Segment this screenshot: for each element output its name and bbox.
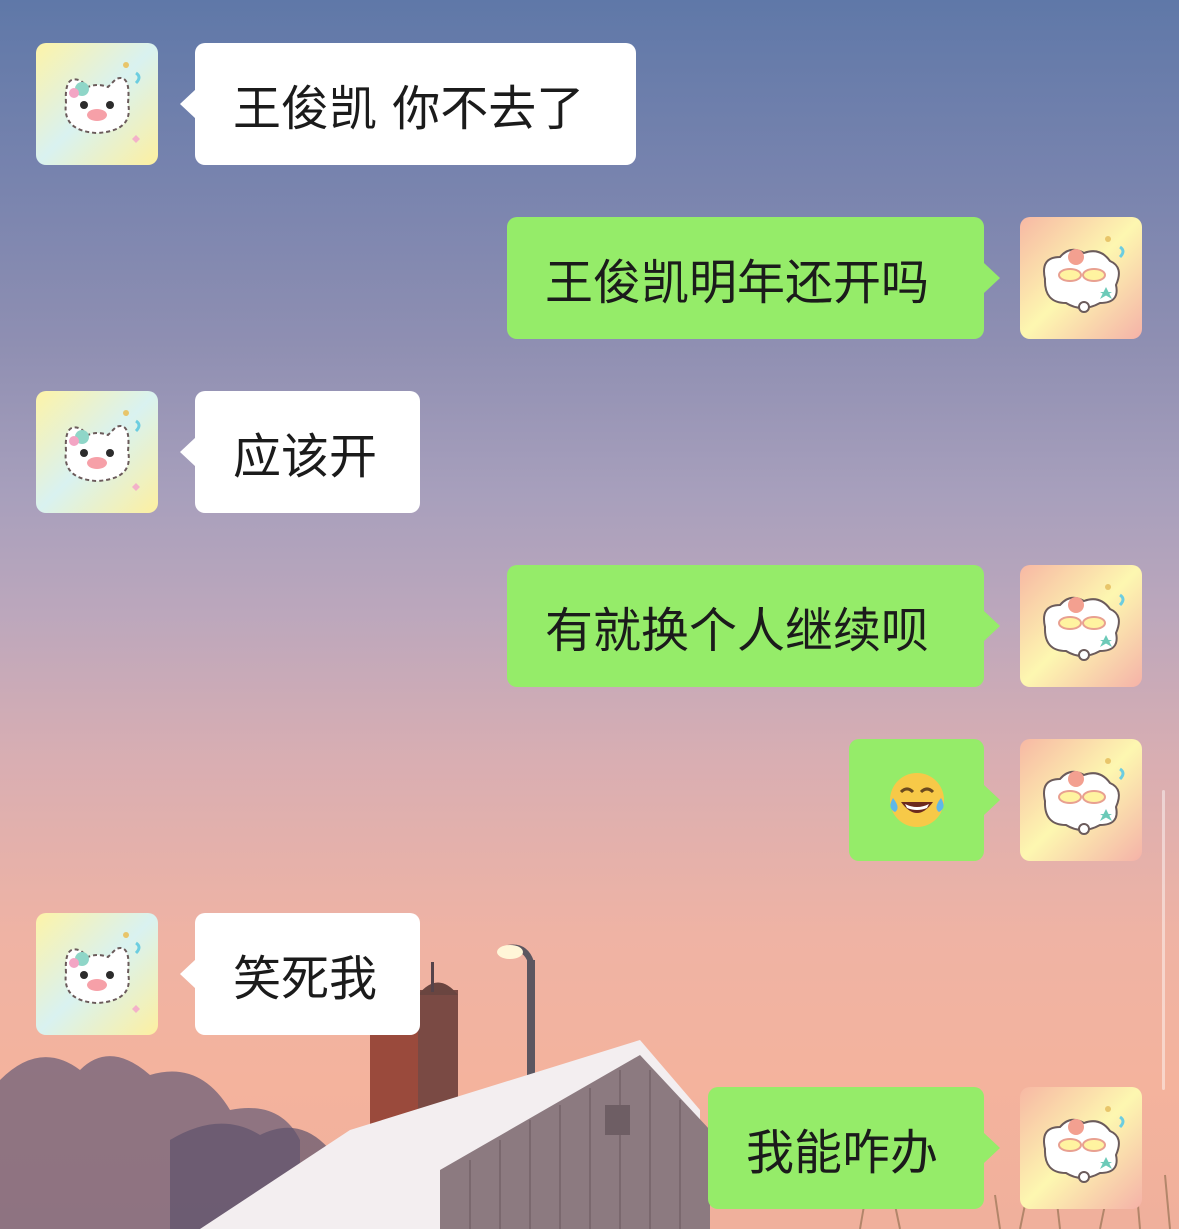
bubble-tail bbox=[180, 959, 196, 989]
message-text: 我能咋办 bbox=[746, 1125, 939, 1181]
message-row-outgoing: 王俊凯明年还开吗 bbox=[0, 217, 1179, 339]
self-avatar[interactable] bbox=[1020, 739, 1142, 861]
sheep-avatar-icon bbox=[1020, 565, 1142, 687]
self-avatar[interactable] bbox=[1020, 1087, 1142, 1209]
message-row-incoming: 应该开 bbox=[0, 391, 1179, 513]
tears-of-joy-emoji-icon bbox=[889, 773, 944, 827]
cat-avatar-icon bbox=[36, 43, 158, 165]
self-avatar[interactable] bbox=[1020, 217, 1142, 339]
chat-message-list[interactable]: 王俊凯 你不去了 王俊凯明年还开吗 应该开 有就换个人继续呗 笑死我 我能咋办 bbox=[0, 0, 1179, 1229]
message-row-outgoing: 我能咋办 bbox=[0, 1087, 1179, 1209]
message-bubble-outgoing[interactable]: 王俊凯明年还开吗 bbox=[507, 217, 984, 339]
chat-scrollbar[interactable] bbox=[1162, 790, 1165, 1090]
message-bubble-outgoing[interactable]: 有就换个人继续呗 bbox=[507, 565, 984, 687]
message-row-incoming: 王俊凯 你不去了 bbox=[0, 43, 1179, 165]
message-text: 王俊凯明年还开吗 bbox=[545, 255, 930, 311]
message-bubble-outgoing[interactable] bbox=[849, 739, 984, 861]
sheep-avatar-icon bbox=[1020, 217, 1142, 339]
bubble-tail bbox=[984, 263, 1000, 293]
cat-avatar-icon bbox=[36, 913, 158, 1035]
bubble-tail bbox=[984, 611, 1000, 641]
contact-avatar[interactable] bbox=[36, 43, 158, 165]
message-row-incoming: 笑死我 bbox=[0, 913, 1179, 1035]
message-bubble-incoming[interactable]: 笑死我 bbox=[195, 913, 420, 1035]
message-bubble-outgoing[interactable]: 我能咋办 bbox=[708, 1087, 984, 1209]
contact-avatar[interactable] bbox=[36, 391, 158, 513]
sheep-avatar-icon bbox=[1020, 1087, 1142, 1209]
message-row-outgoing bbox=[0, 739, 1179, 861]
sheep-avatar-icon bbox=[1020, 739, 1142, 861]
message-text: 笑死我 bbox=[233, 951, 378, 1007]
bubble-tail bbox=[180, 89, 196, 119]
self-avatar[interactable] bbox=[1020, 565, 1142, 687]
message-bubble-incoming[interactable]: 应该开 bbox=[195, 391, 420, 513]
message-row-outgoing: 有就换个人继续呗 bbox=[0, 565, 1179, 687]
bubble-tail bbox=[180, 437, 196, 467]
bubble-tail bbox=[984, 785, 1000, 815]
message-text: 应该开 bbox=[233, 429, 378, 485]
message-bubble-incoming[interactable]: 王俊凯 你不去了 bbox=[195, 43, 636, 165]
message-text: 有就换个人继续呗 bbox=[545, 603, 930, 659]
message-text: 王俊凯 你不去了 bbox=[233, 81, 585, 137]
contact-avatar[interactable] bbox=[36, 913, 158, 1035]
cat-avatar-icon bbox=[36, 391, 158, 513]
bubble-tail bbox=[984, 1133, 1000, 1163]
